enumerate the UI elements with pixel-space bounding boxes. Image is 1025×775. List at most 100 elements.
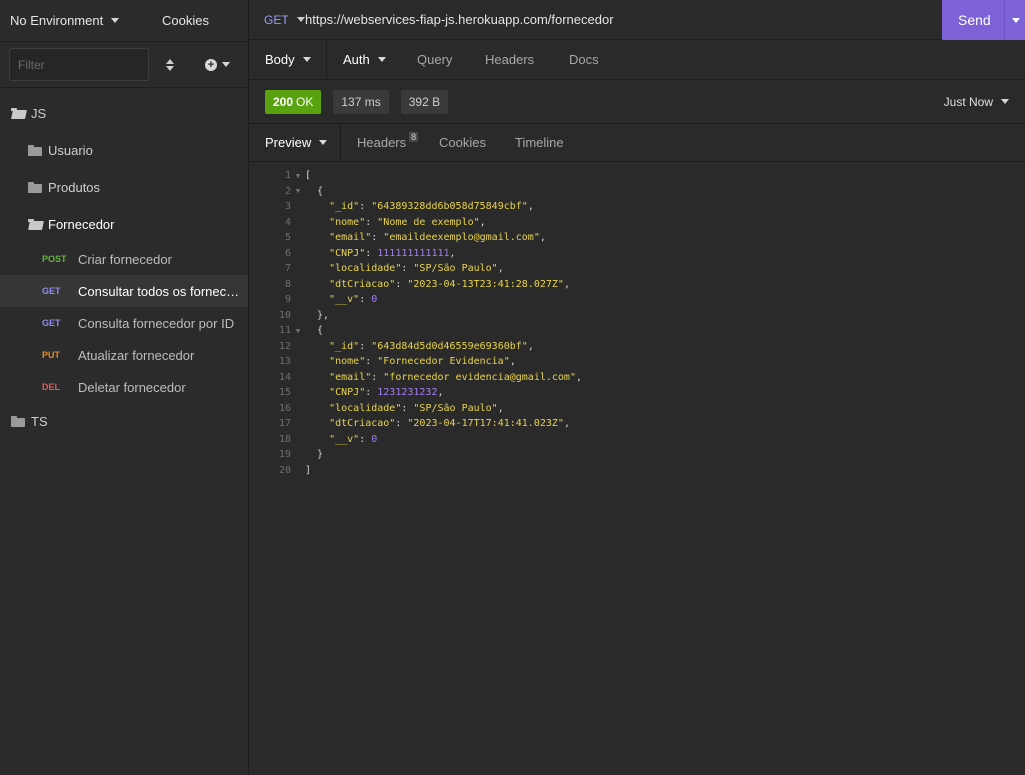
chevron-down-icon xyxy=(302,57,311,62)
tab-headers[interactable]: Headers xyxy=(477,40,569,80)
tab-auth[interactable]: Auth xyxy=(327,40,405,80)
tab-label: Headers xyxy=(485,52,535,67)
status-badge: 200 OK xyxy=(265,89,322,114)
response-size-badge: 392 B xyxy=(400,89,449,114)
folder-label: Usuario xyxy=(48,143,93,158)
tab-body[interactable]: Body xyxy=(249,39,327,80)
json-value: 111111111111 xyxy=(377,247,450,259)
json-value: Nome de exemplo xyxy=(383,216,474,228)
response-status-bar: 200 OK 137 ms 392 B Just Now xyxy=(249,80,1025,124)
folder-produtos[interactable]: Produtos xyxy=(0,169,248,206)
json-value: emaildeexemplo@gmail.com xyxy=(389,232,534,244)
sort-down-icon xyxy=(166,65,174,71)
status-text: OK xyxy=(296,94,314,109)
tab-docs[interactable]: Docs xyxy=(569,40,599,80)
json-value: 1231231232 xyxy=(377,387,438,399)
request-item-atualizar-fornecedor[interactable]: PUT Atualizar fornecedor xyxy=(0,339,248,371)
request-label: Consulta fornecedor por ID xyxy=(78,315,235,331)
json-value: 64389328dd6b058d75849cbf xyxy=(377,201,522,213)
folder-icon xyxy=(28,182,42,193)
chevron-down-icon xyxy=(377,57,386,62)
json-value: Fornecedor Evidencia xyxy=(383,356,504,368)
add-item-button[interactable]: + xyxy=(205,58,230,71)
method-badge: GET xyxy=(42,286,61,296)
chevron-down-icon xyxy=(1012,17,1020,23)
collection-tree: JS Usuario Produtos Fornecedor POST Cria… xyxy=(0,88,248,440)
json-value: 643d84d5d0d46559e69360bf xyxy=(377,340,522,352)
request-item-consultar-todos[interactable]: GET Consultar todos os fornecedores xyxy=(0,275,248,307)
environment-bar: No Environment Cookies xyxy=(0,0,248,42)
request-tabs: Body Auth Query Headers Docs xyxy=(249,39,1025,80)
send-button[interactable]: Send xyxy=(942,0,1025,40)
response-time-badge: 137 ms xyxy=(333,89,389,114)
folder-open-icon xyxy=(11,108,25,119)
url-input[interactable] xyxy=(305,0,1025,39)
tab-label: Body xyxy=(265,52,295,67)
send-label: Send xyxy=(958,12,991,28)
send-options-button[interactable] xyxy=(1004,0,1025,40)
request-item-criar-fornecedor[interactable]: POST Criar fornecedor xyxy=(0,243,248,275)
method-badge: DEL xyxy=(42,382,60,392)
tab-response-cookies[interactable]: Cookies xyxy=(439,123,515,163)
request-item-consulta-por-id[interactable]: GET Consulta fornecedor por ID xyxy=(0,307,248,339)
request-label: Deletar fornecedor xyxy=(78,379,186,395)
folder-label: JS xyxy=(31,106,47,121)
tab-label: Preview xyxy=(265,135,312,150)
history-label: Just Now xyxy=(943,94,993,109)
folder-label: Produtos xyxy=(48,180,101,195)
tab-label: Cookies xyxy=(439,135,486,150)
chevron-down-icon xyxy=(111,18,120,23)
request-label: Consultar todos os fornecedores xyxy=(78,283,246,299)
sidebar: No Environment Cookies + JS Usuario Prod… xyxy=(0,0,249,775)
folder-ts[interactable]: TS xyxy=(0,403,248,440)
sort-button[interactable] xyxy=(163,55,177,75)
chevron-down-icon xyxy=(1001,99,1009,104)
tab-label: Headers xyxy=(357,135,407,150)
history-dropdown[interactable]: Just Now xyxy=(944,95,1009,109)
method-label: GET xyxy=(264,12,289,27)
tab-query[interactable]: Query xyxy=(405,40,477,80)
json-value: SP/São Paulo xyxy=(419,263,492,275)
response-tabs: Preview Headers 8 Cookies Timeline xyxy=(249,123,1025,163)
json-value: fornecedor evidencia@gmail.com xyxy=(389,371,570,383)
filter-bar: + xyxy=(0,42,248,88)
response-body[interactable]: 1 ▼[ 2 ▼ { 3 "_id": "64389328dd6b058d75849… xyxy=(249,162,1025,478)
environment-selector[interactable]: No Environment xyxy=(0,13,160,28)
chevron-down-icon xyxy=(222,62,230,67)
request-label: Criar fornecedor xyxy=(78,251,172,267)
environment-label: No Environment xyxy=(10,13,104,28)
request-item-deletar-fornecedor[interactable]: DEL Deletar fornecedor xyxy=(0,371,248,403)
method-badge: POST xyxy=(42,254,67,264)
tab-timeline[interactable]: Timeline xyxy=(515,123,564,163)
method-select[interactable]: GET xyxy=(249,13,305,27)
tab-label: Docs xyxy=(569,52,599,67)
filter-input[interactable] xyxy=(9,48,149,81)
folder-icon xyxy=(28,145,42,156)
folder-fornecedor[interactable]: Fornecedor xyxy=(0,206,248,243)
tab-label: Query xyxy=(417,52,453,67)
main-panel: GET Send Body Auth Query Headers Docs xyxy=(249,0,1025,775)
sort-up-icon xyxy=(166,58,174,64)
cookies-button[interactable]: Cookies xyxy=(160,13,209,28)
folder-icon xyxy=(11,416,25,427)
url-bar: GET Send xyxy=(249,0,1025,40)
folder-label: TS xyxy=(31,414,48,429)
headers-count-badge: 8 xyxy=(409,131,419,142)
json-value: 2023-04-17T17:41:41.023Z xyxy=(413,418,558,430)
tab-response-headers[interactable]: Headers 8 xyxy=(341,123,439,163)
folder-js[interactable]: JS xyxy=(0,95,248,132)
folder-usuario[interactable]: Usuario xyxy=(0,132,248,169)
plus-circle-icon: + xyxy=(205,58,217,71)
method-badge: PUT xyxy=(42,350,60,360)
folder-open-icon xyxy=(28,219,42,230)
status-code: 200 xyxy=(273,94,294,109)
chevron-down-icon xyxy=(296,17,305,22)
json-value: 2023-04-13T23:41:28.027Z xyxy=(413,278,558,290)
json-value: 0 xyxy=(371,433,378,445)
method-badge: GET xyxy=(42,318,61,328)
chevron-down-icon xyxy=(319,140,328,145)
folder-label: Fornecedor xyxy=(48,217,115,232)
json-value: SP/São Paulo xyxy=(419,402,492,414)
json-value: 0 xyxy=(371,294,378,306)
tab-preview[interactable]: Preview xyxy=(249,123,341,162)
